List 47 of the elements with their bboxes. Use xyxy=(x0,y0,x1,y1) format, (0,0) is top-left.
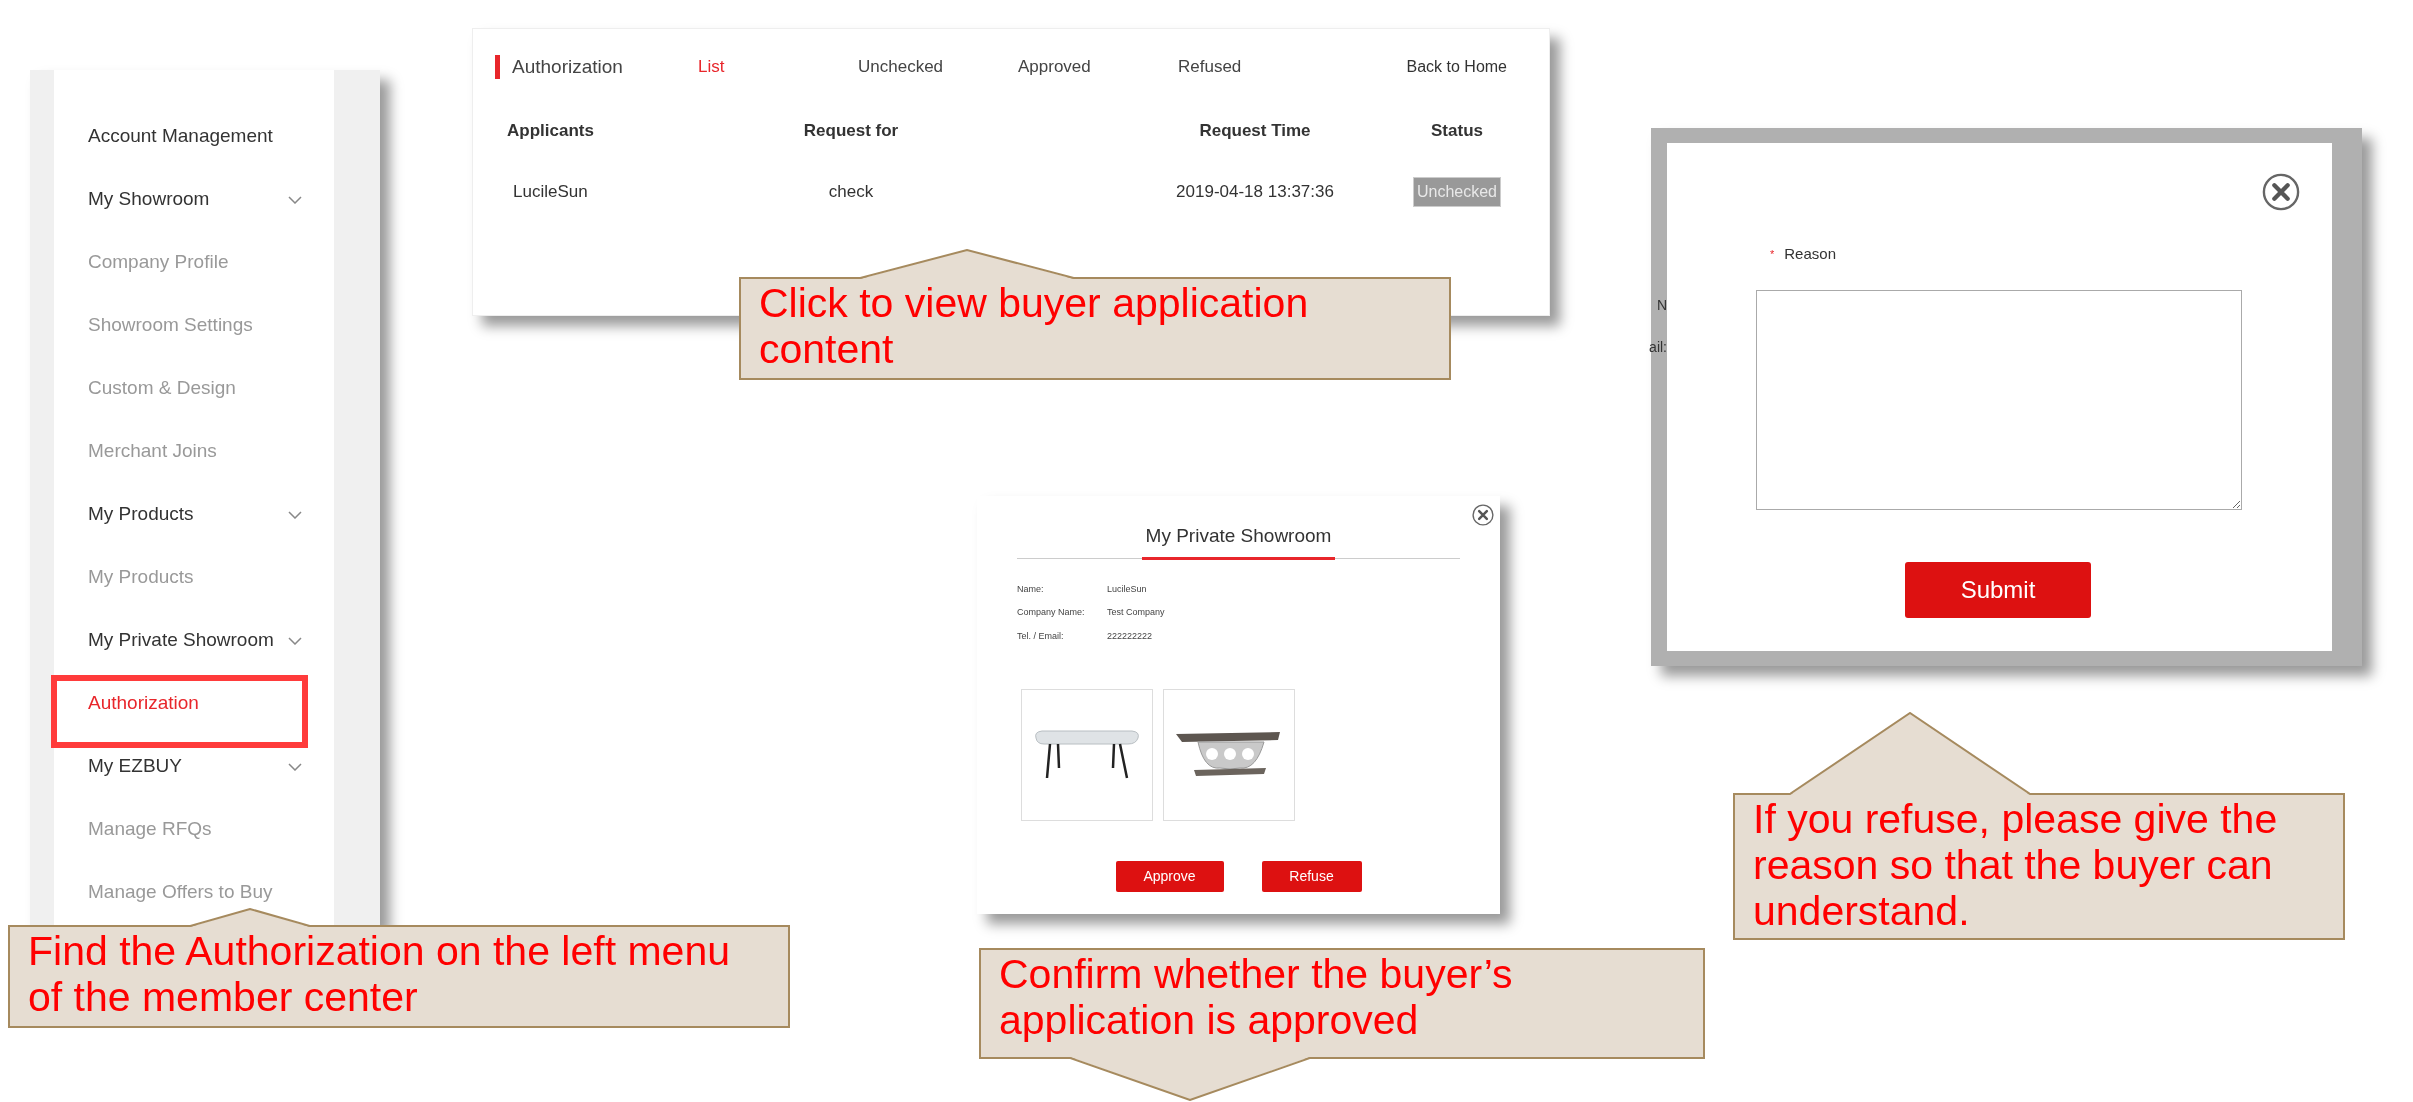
filter-tab[interactable]: Approved xyxy=(1018,54,1178,80)
column-header: Status xyxy=(1431,120,1483,143)
background-text: N xyxy=(1656,298,1667,312)
sidebar-item[interactable]: Account Management xyxy=(88,122,273,151)
field-label: Tel. / Email: xyxy=(1017,629,1065,643)
column-header: Request for xyxy=(803,120,899,143)
action-button[interactable]: Refuse xyxy=(1261,861,1362,892)
sidebar-item[interactable]: Custom & Design xyxy=(88,374,236,403)
field-label: Company Name: xyxy=(1017,606,1086,619)
dialog-title: My Private Showroom xyxy=(1141,522,1336,560)
sidebar-item[interactable]: Authorization xyxy=(88,689,199,718)
sidebar-item[interactable]: My Products xyxy=(88,563,194,592)
filter-tab[interactable]: Unchecked xyxy=(858,54,1018,80)
close-icon[interactable] xyxy=(2262,173,2300,211)
sidebar-item[interactable]: Manage Offers to Buy xyxy=(88,878,273,907)
sidebar-item[interactable]: Company Profile xyxy=(88,248,229,277)
filter-tab[interactable]: Refused xyxy=(1178,54,1338,80)
panel-title: Authorization xyxy=(512,54,624,79)
title-accent-bar xyxy=(495,55,500,79)
action-button[interactable]: Approve xyxy=(1115,861,1224,892)
submit-button[interactable]: Submit xyxy=(1905,561,2091,618)
sidebar-item[interactable]: Showroom Settings xyxy=(88,311,253,340)
chevron-down-icon xyxy=(288,636,302,645)
sidebar-item[interactable]: My Showroom xyxy=(88,185,210,214)
sidebar-item[interactable]: Merchant Joins xyxy=(88,437,217,466)
chevron-down-icon xyxy=(288,195,302,204)
sidebar-item[interactable]: My Products xyxy=(88,500,194,529)
field-value: 222222222 xyxy=(1107,629,1153,643)
back-home-link[interactable]: Back to Home xyxy=(1406,55,1507,79)
reason-field[interactable] xyxy=(1756,289,2242,510)
field-value: Test Company xyxy=(1107,606,1165,619)
column-header: Request Time xyxy=(1199,120,1311,143)
filter-tab[interactable]: List xyxy=(698,54,858,80)
required-mark: * xyxy=(1770,247,1775,262)
field-value: LucileSun xyxy=(1107,582,1147,596)
chevron-down-icon xyxy=(288,510,302,519)
chevron-down-icon xyxy=(288,762,302,771)
table-cell-text: LucileSun xyxy=(512,181,589,204)
field-label: Name: xyxy=(1017,582,1045,596)
sidebar-item[interactable]: My EZBUY xyxy=(88,752,182,781)
table-cell-text: 2019-04-18 13:37:36 xyxy=(1176,181,1334,204)
table-cell-text: check xyxy=(828,181,874,204)
sidebar-item[interactable]: Manage RFQs xyxy=(88,815,212,844)
column-header: Applicants xyxy=(507,120,595,143)
close-icon[interactable] xyxy=(1472,504,1494,526)
reason-label: Reason xyxy=(1784,244,1836,264)
sidebar-item[interactable]: My Private Showroom xyxy=(88,626,274,655)
